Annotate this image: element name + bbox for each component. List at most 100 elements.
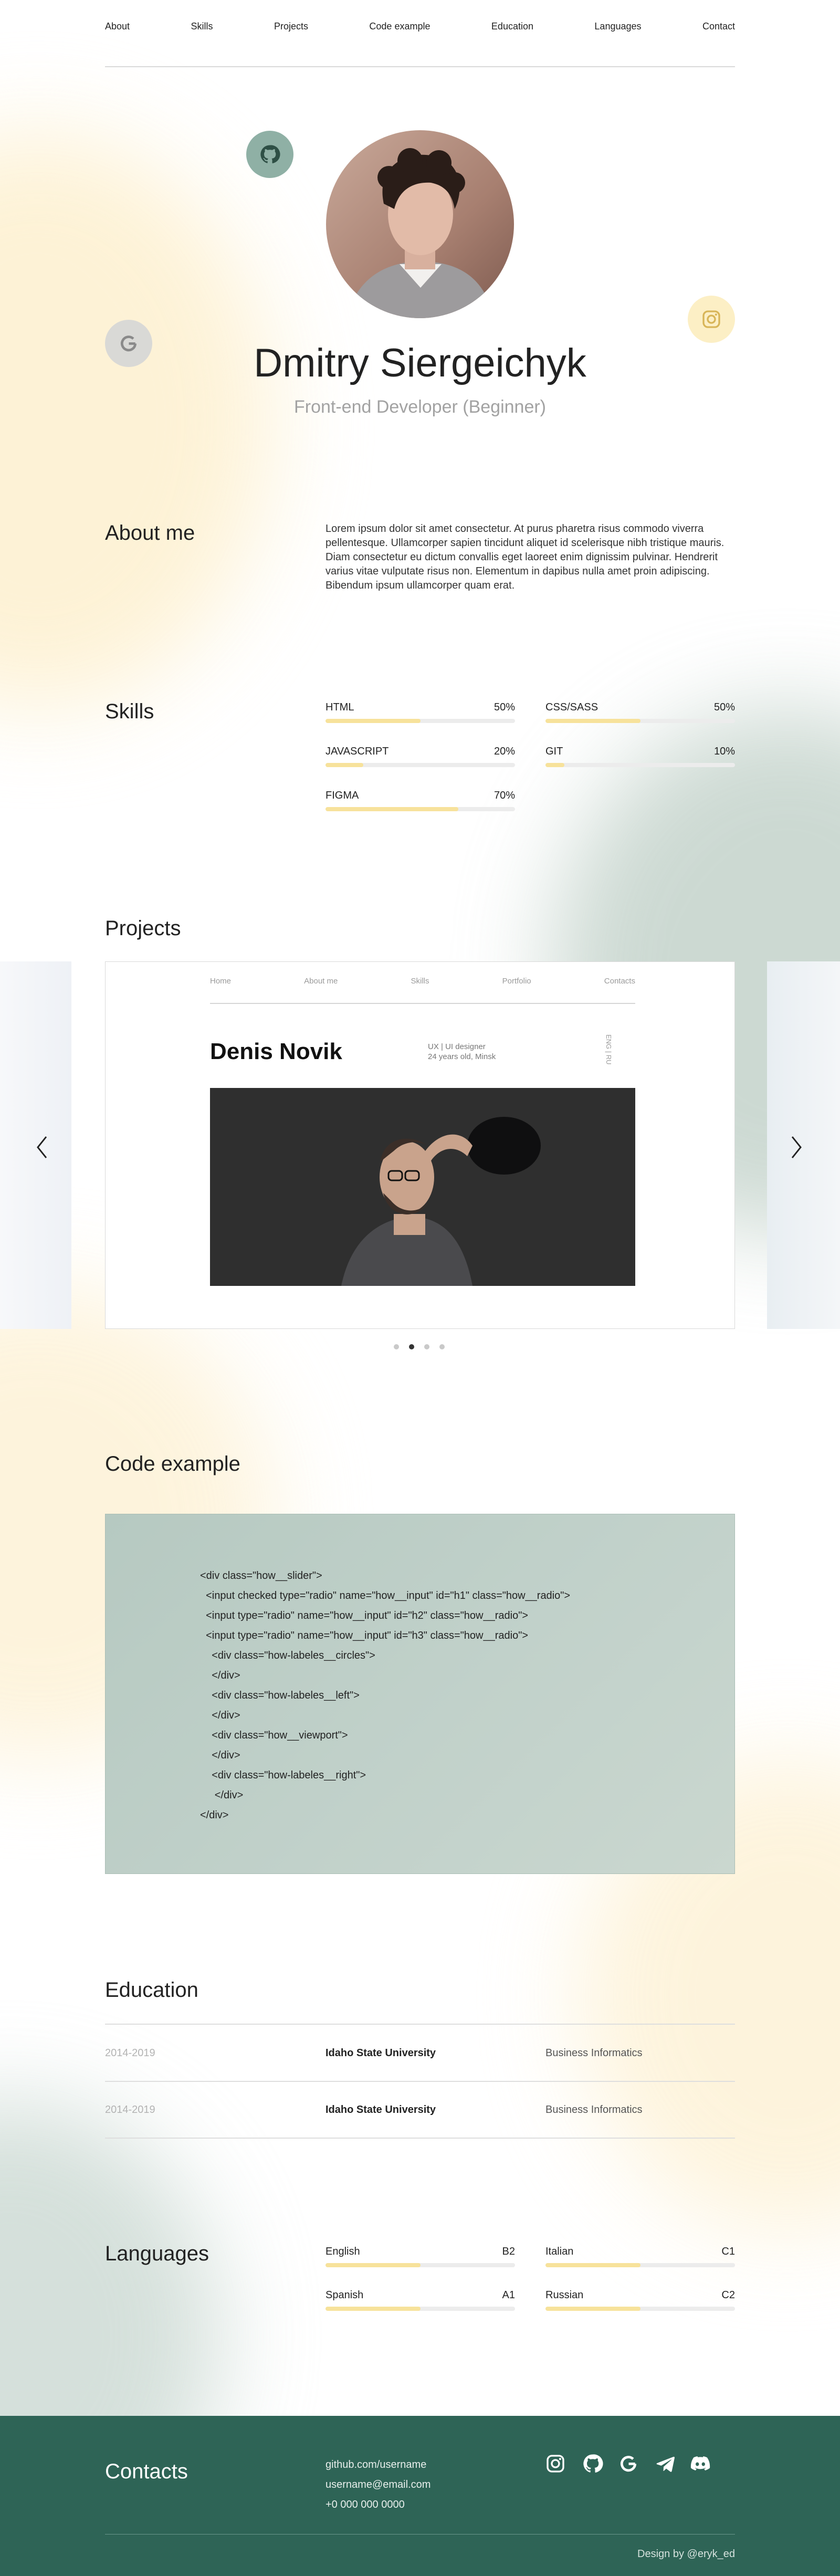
contact-github[interactable]: github.com/username <box>326 2455 430 2475</box>
nav-about[interactable]: About <box>105 21 130 32</box>
skill-name: GIT <box>545 746 563 757</box>
slide-nav-item: About me <box>304 977 338 986</box>
nav-projects[interactable]: Projects <box>274 21 308 32</box>
language-item: English B2 <box>326 2246 515 2267</box>
skill-name: FIGMA <box>326 790 359 801</box>
language-bar <box>326 2307 515 2311</box>
skill-bar <box>545 763 735 767</box>
language-level: A1 <box>502 2289 515 2301</box>
contact-phone[interactable]: +0 000 000 0000 <box>326 2495 430 2515</box>
footer-instagram-link[interactable] <box>544 2452 567 2475</box>
education-years: 2014-2019 <box>105 2104 155 2116</box>
slider-dot[interactable] <box>439 1344 445 1349</box>
github-icon <box>583 2454 603 2473</box>
code-line: </div> <box>200 1710 240 1721</box>
languages-title: Languages <box>105 2242 209 2265</box>
skill-bar-fill <box>326 807 458 811</box>
slide-photo <box>210 1088 635 1286</box>
slide-nav-item: Skills <box>411 977 429 986</box>
skill-bar-fill <box>326 719 421 723</box>
skill-percent: 70% <box>494 790 515 801</box>
skill-bar <box>545 719 735 723</box>
top-nav: About Skills Projects Code example Educa… <box>105 21 735 68</box>
code-line: </div> <box>200 1750 240 1761</box>
skill-item: FIGMA 70% <box>326 790 515 811</box>
nav-code-example[interactable]: Code example <box>369 21 430 32</box>
nav-divider <box>105 66 735 67</box>
language-name: Spanish <box>326 2289 364 2301</box>
slide-title: Denis Novik <box>210 1039 342 1064</box>
slide-lang: ENG | RU <box>605 1034 613 1065</box>
skill-item: GIT 10% <box>545 746 735 767</box>
contact-email[interactable]: username@email.com <box>326 2475 430 2495</box>
language-name: Russian <box>545 2289 584 2301</box>
slider-prev-button[interactable] <box>32 1132 52 1163</box>
footer-google-link[interactable] <box>617 2452 640 2475</box>
language-level: B2 <box>502 2246 515 2257</box>
code-line: </div> <box>200 1670 240 1681</box>
footer: Contacts github.com/username username@em… <box>0 2416 840 2576</box>
chevron-left-icon <box>37 1136 47 1158</box>
code-line: <input type="radio" name="how__input" id… <box>200 1630 528 1641</box>
footer-telegram-link[interactable] <box>654 2452 677 2475</box>
code-line: <div class="how-labeles__circles"> <box>200 1650 375 1661</box>
skill-bar <box>326 719 515 723</box>
project-slide[interactable]: Home About me Skills Portfolio Contacts … <box>105 961 735 1329</box>
education-years: 2014-2019 <box>105 2047 155 2059</box>
language-item: Italian C1 <box>545 2246 735 2267</box>
code-line: </div> <box>200 1789 244 1801</box>
github-icon <box>260 145 280 164</box>
code-line: <div class="how__viewport"> <box>200 1730 348 1741</box>
slide-nav-divider <box>210 1003 635 1004</box>
skill-bar <box>326 763 515 767</box>
avatar <box>326 130 514 318</box>
hero-instagram-bubble[interactable] <box>688 296 735 343</box>
language-bar-fill <box>545 2307 640 2311</box>
education-field: Business Informatics <box>545 2104 643 2116</box>
code-line: <input checked type="radio" name="how__i… <box>200 1590 571 1601</box>
language-bar-fill <box>545 2263 640 2267</box>
language-item: Russian C2 <box>545 2289 735 2311</box>
skill-bar-fill <box>545 763 565 767</box>
skill-item: JAVASCRIPT 20% <box>326 746 515 767</box>
code-title: Code example <box>105 1452 240 1475</box>
language-bar <box>326 2263 515 2267</box>
footer-divider <box>105 2534 735 2535</box>
instagram-icon <box>702 310 720 328</box>
about-text: Lorem ipsum dolor sit amet consectetur. … <box>326 523 724 591</box>
language-name: English <box>326 2246 360 2257</box>
slider-dot-active[interactable] <box>409 1344 414 1349</box>
instagram-icon <box>547 2455 564 2473</box>
education-school: Idaho State University <box>326 2047 436 2059</box>
contact-list: github.com/username username@email.com +… <box>326 2455 430 2515</box>
footer-github-link[interactable] <box>581 2452 604 2475</box>
hero-role: Front-end Developer (Beginner) <box>293 397 547 417</box>
contacts-title: Contacts <box>105 2460 188 2483</box>
google-icon <box>620 2456 637 2472</box>
footer-discord-link[interactable] <box>689 2452 712 2475</box>
skill-percent: 20% <box>494 746 515 757</box>
language-level: C2 <box>721 2289 735 2301</box>
code-line: </div> <box>200 1809 229 1821</box>
skill-name: CSS/SASS <box>545 701 598 713</box>
design-credit: Design by @eryk_ed <box>637 2548 735 2560</box>
nav-contact[interactable]: Contact <box>702 21 735 32</box>
slider-next-button[interactable] <box>786 1132 807 1163</box>
nav-education[interactable]: Education <box>491 21 533 32</box>
nav-skills[interactable]: Skills <box>191 21 213 32</box>
slide-nav-item: Portfolio <box>502 977 531 986</box>
skill-name: HTML <box>326 701 354 713</box>
language-bar-fill <box>326 2307 421 2311</box>
slide-role: UX | UI designer <box>428 1042 486 1051</box>
slide-subtitle: UX | UI designer 24 years old, Minsk <box>428 1042 496 1062</box>
slider-dot[interactable] <box>394 1344 399 1349</box>
education-title: Education <box>105 1978 198 2002</box>
language-bar-fill <box>326 2263 421 2267</box>
hero-github-bubble[interactable] <box>246 131 293 178</box>
code-line: <div class="how__slider"> <box>200 1570 322 1582</box>
chevron-right-icon <box>791 1136 802 1158</box>
slider-dot[interactable] <box>424 1344 429 1349</box>
skill-bar <box>326 807 515 811</box>
nav-languages[interactable]: Languages <box>594 21 641 32</box>
education-divider <box>105 2024 735 2025</box>
